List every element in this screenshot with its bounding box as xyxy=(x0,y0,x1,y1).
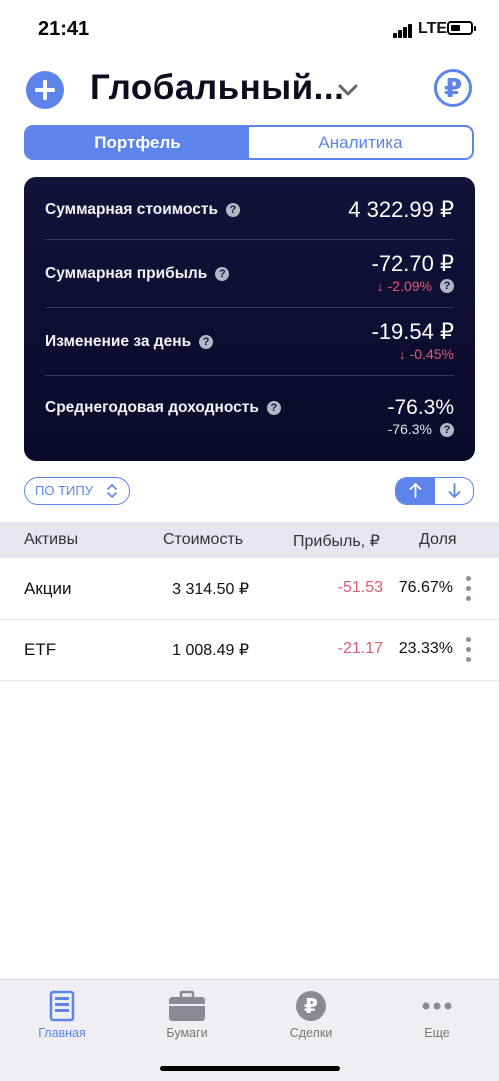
total-value: 4 322.99 ₽ xyxy=(348,197,454,222)
more-dots-icon xyxy=(392,990,482,1022)
tab-more[interactable]: Еще xyxy=(392,990,482,1040)
chevron-down-icon[interactable] xyxy=(336,78,360,102)
annual-yield-label: Среднегодовая доходность xyxy=(45,399,259,416)
tab-deals[interactable]: ₽ Сделки xyxy=(266,990,356,1040)
day-change-row: Изменение за день? -19.54 ₽ ↓ -0.45% xyxy=(45,319,454,369)
arrow-up-icon xyxy=(409,483,422,498)
help-icon[interactable]: ? xyxy=(440,423,454,437)
day-change-label: Изменение за день xyxy=(45,333,192,350)
currency-button[interactable]: ₽ xyxy=(434,69,472,107)
header-share[interactable]: Доля xyxy=(419,531,457,549)
annual-yield-sub: -76.3% xyxy=(387,421,432,437)
tab-analytics[interactable]: Аналитика xyxy=(249,127,472,158)
tab-home[interactable]: Главная xyxy=(17,990,107,1040)
arrow-down-icon: ↓ xyxy=(376,278,384,294)
status-bar: 21:41 LTE xyxy=(0,0,499,60)
divider xyxy=(45,375,454,376)
ruble-coin-icon: ₽ xyxy=(266,990,356,1022)
total-profit-percent: -2.09% xyxy=(387,278,432,294)
updown-chevron-icon xyxy=(107,484,117,498)
tab-deals-label: Сделки xyxy=(289,1026,333,1040)
day-change-percent: -0.45% xyxy=(409,346,454,362)
sort-ascending-button[interactable] xyxy=(396,478,435,504)
table-row[interactable]: Акции 3 314.50 ₽ -51.53 76.67% xyxy=(0,558,499,620)
arrow-down-icon: ↓ xyxy=(398,346,406,362)
help-icon[interactable]: ? xyxy=(226,203,241,217)
asset-name: Акции xyxy=(24,579,72,598)
plus-icon xyxy=(35,80,55,100)
header-assets[interactable]: Активы xyxy=(24,531,78,549)
tab-home-label: Главная xyxy=(38,1026,86,1040)
sort-descending-button[interactable] xyxy=(435,478,474,504)
tab-securities[interactable]: Бумаги xyxy=(142,990,232,1040)
summary-card: Суммарная стоимость? 4 322.99 ₽ Суммарна… xyxy=(24,177,475,461)
total-value-label: Суммарная стоимость xyxy=(45,201,219,218)
total-profit-row: Суммарная прибыль? -72.70 ₽ ↓ -2.09% ? xyxy=(45,251,454,301)
total-profit-value: -72.70 ₽ xyxy=(371,251,455,276)
tab-portfolio[interactable]: Портфель xyxy=(26,127,249,158)
type-filter-button[interactable]: ПО ТИПУ xyxy=(24,477,130,505)
type-filter-label: ПО ТИПУ xyxy=(35,483,93,498)
annual-yield-row: Среднегодовая доходность? -76.3% -76.3% … xyxy=(45,391,454,443)
asset-name: ETF xyxy=(24,640,57,659)
asset-cost: 1 008.49 ₽ xyxy=(172,642,249,659)
help-icon[interactable]: ? xyxy=(215,267,230,281)
asset-profit: -51.53 xyxy=(337,579,383,596)
tab-securities-label: Бумаги xyxy=(166,1026,208,1040)
help-icon[interactable]: ? xyxy=(199,335,214,349)
more-vertical-icon[interactable] xyxy=(466,637,471,663)
asset-cost: 3 314.50 ₽ xyxy=(172,581,249,598)
help-icon[interactable]: ? xyxy=(440,279,454,293)
home-doc-icon xyxy=(17,990,107,1022)
portfolio-title[interactable]: Глобальный... xyxy=(90,68,344,108)
arrow-down-icon xyxy=(448,483,460,498)
annual-yield-value: -76.3% xyxy=(387,396,454,419)
network-type: LTE xyxy=(418,20,448,37)
day-change-value: -19.54 ₽ xyxy=(371,319,455,344)
total-profit-label: Суммарная прибыль xyxy=(45,265,208,282)
asset-share: 76.67% xyxy=(398,579,453,596)
status-time: 21:41 xyxy=(38,18,90,40)
help-icon[interactable]: ? xyxy=(266,401,281,415)
header-cost[interactable]: Стоимость xyxy=(163,531,243,549)
divider xyxy=(45,239,454,240)
svg-text:₽: ₽ xyxy=(304,994,318,1018)
asset-profit: -21.17 xyxy=(337,640,383,657)
add-button[interactable] xyxy=(26,71,64,109)
divider xyxy=(45,307,454,308)
total-value-row: Суммарная стоимость? 4 322.99 ₽ xyxy=(45,197,454,227)
header-profit[interactable]: Прибыль, ₽ xyxy=(293,531,380,551)
briefcase-icon xyxy=(142,990,232,1022)
battery-icon xyxy=(447,21,476,35)
table-row[interactable]: ETF 1 008.49 ₽ -21.17 23.33% xyxy=(0,619,499,681)
more-vertical-icon[interactable] xyxy=(466,576,471,602)
tab-more-label: Еще xyxy=(424,1026,450,1040)
table-header: Активы Стоимость Прибыль, ₽ Доля xyxy=(0,522,499,558)
signal-icon xyxy=(393,24,413,38)
asset-share: 23.33% xyxy=(398,640,453,657)
home-indicator xyxy=(160,1066,340,1071)
sort-toggle xyxy=(395,477,474,505)
segmented-control: Портфель Аналитика xyxy=(24,125,474,160)
